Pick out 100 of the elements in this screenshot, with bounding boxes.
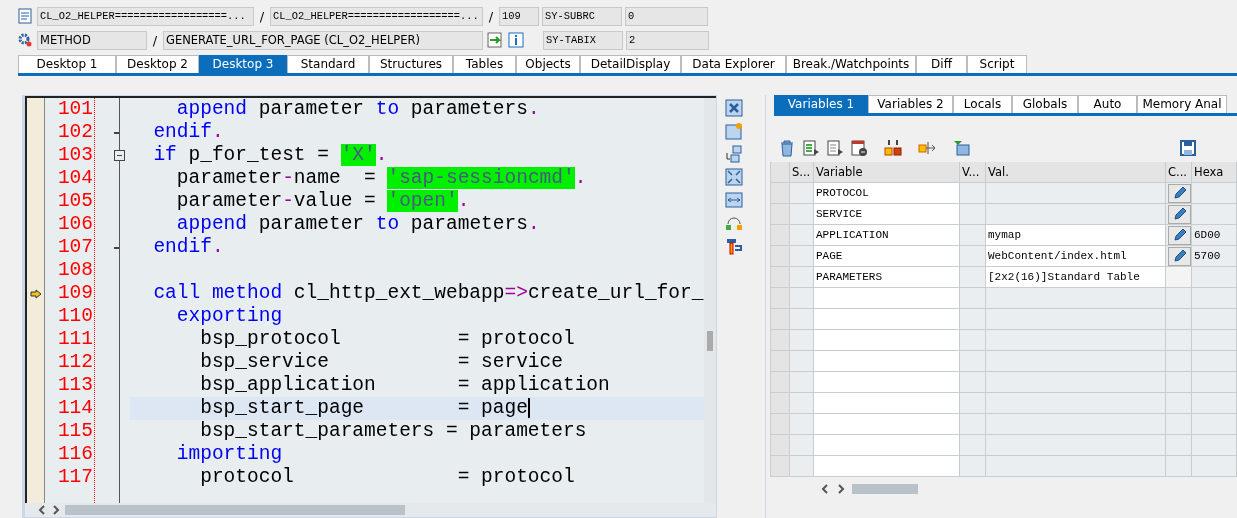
chevron-right-icon[interactable] [836,484,846,494]
table-cell [790,435,814,456]
desktop-tab[interactable]: Tables [453,55,516,73]
desktop-tab[interactable]: Diff [916,55,967,73]
breakpoint-gutter[interactable] [27,98,45,503]
table-cell [790,267,814,288]
pencil-icon [1171,185,1188,201]
table-cell [1166,393,1192,414]
line-number: 107 [57,236,94,259]
table-cell [960,309,986,330]
program-field: CL_O2_HELPER==================... [37,6,254,26]
table-cell [790,246,814,267]
list-icon[interactable] [802,139,820,157]
table-cell [1192,288,1237,309]
trash-icon[interactable] [778,139,796,157]
table-cell [960,225,986,246]
tools-icon[interactable] [725,237,744,255]
variables-tab[interactable]: Memory Anal [1137,95,1227,113]
table-cell [790,456,814,477]
desktop-tab[interactable]: Desktop 3 [199,55,287,73]
table-cell [960,183,986,204]
scrollbar[interactable] [25,503,717,517]
scrollbar-thumb[interactable] [852,484,918,494]
merge-icon[interactable] [884,139,902,157]
column-header[interactable]: C... [1166,162,1192,183]
table-cell [1192,393,1237,414]
table-cell [1192,456,1237,477]
text-cursor [527,397,530,418]
save-icon[interactable] [1179,139,1197,157]
desktop-tab[interactable]: Data Explorer [681,55,786,73]
remove-icon[interactable] [850,139,868,157]
fold-end-mark [114,132,119,134]
export-icon[interactable] [486,31,504,49]
variables-tab[interactable]: Variables 1 [774,95,868,113]
column-header[interactable]: Hexa [1192,162,1237,183]
desktop-tab[interactable]: Desktop 1 [18,55,116,73]
table-cell [790,183,814,204]
pencil-icon [1171,248,1188,264]
code-line: endif. [152,236,225,259]
table-cell [1166,372,1192,393]
desktop-tab[interactable]: Break./Watchpoints [786,55,916,73]
table-cell [960,267,986,288]
line-number: 111 [57,328,94,351]
column-header[interactable]: Val. [986,162,1166,183]
include-field: CL_O2_HELPER==================... [270,6,483,26]
desktop-tab[interactable]: Desktop 2 [116,55,199,73]
variables-tab[interactable]: Globals [1012,95,1078,113]
table-cell: SERVICE [814,204,960,225]
chevron-left-icon[interactable] [820,484,830,494]
table-cell [1192,267,1237,288]
arrow-icon [29,288,42,299]
table-cell [960,414,986,435]
info-icon[interactable] [507,31,525,49]
table-cell [790,351,814,372]
export-icon[interactable] [918,139,936,157]
desktop-tab[interactable]: Standard [287,55,369,73]
desktop-tab[interactable]: DetailDisplay [580,55,681,73]
scrollbar[interactable] [704,98,717,503]
line-number: 113 [57,374,94,397]
variables-tab[interactable]: Variables 2 [868,95,953,113]
table-cell [790,225,814,246]
chevron-left-icon[interactable] [37,505,47,515]
desktop-tab[interactable]: Structures [369,55,453,73]
close-icon[interactable] [725,99,744,117]
desktop-tab[interactable]: Objects [516,55,580,73]
table-cell [1192,330,1237,351]
maximize-icon[interactable] [725,168,744,186]
gear-icon[interactable] [16,31,34,49]
swap-icon[interactable] [725,145,744,163]
table-cell: PROTOCOL [814,183,960,204]
connection-icon[interactable] [725,214,744,232]
table-cell [960,456,986,477]
variables-tab[interactable]: Locals [953,95,1012,113]
system-field-name: SY-SUBRC [542,6,622,26]
column-header[interactable]: V... [960,162,986,183]
code-line: importing [175,443,284,466]
code-line: bsp_application = application [199,374,611,397]
table-cell [790,414,814,435]
variables-tab[interactable]: Auto [1078,95,1137,113]
list-icon[interactable] [826,139,844,157]
column-header[interactable]: S... [790,162,814,183]
separator: / [151,32,159,48]
table-cell: APPLICATION [814,225,960,246]
code-line: append parameter to parameters. [175,98,541,121]
chevron-right-icon[interactable] [51,505,61,515]
new-window-icon[interactable] [725,122,744,140]
table-cell [1192,351,1237,372]
code-line: bsp_start_parameters = parameters [199,420,588,443]
table-cell: [2x2(16)]Standard Table [986,267,1166,288]
table-cell [1192,414,1237,435]
collapse-icon[interactable] [114,150,125,161]
line-number: 109 [57,282,94,305]
column-header[interactable]: Variable [814,162,960,183]
table-cell: mymap [986,225,1166,246]
desktop-tab[interactable]: Script [967,55,1027,73]
filter-icon[interactable] [952,139,970,157]
line-number: 114 [57,397,94,420]
code-line: parameter-value = 'open'. [175,190,471,213]
resize-icon[interactable] [725,191,744,209]
line-number: 105 [57,190,94,213]
